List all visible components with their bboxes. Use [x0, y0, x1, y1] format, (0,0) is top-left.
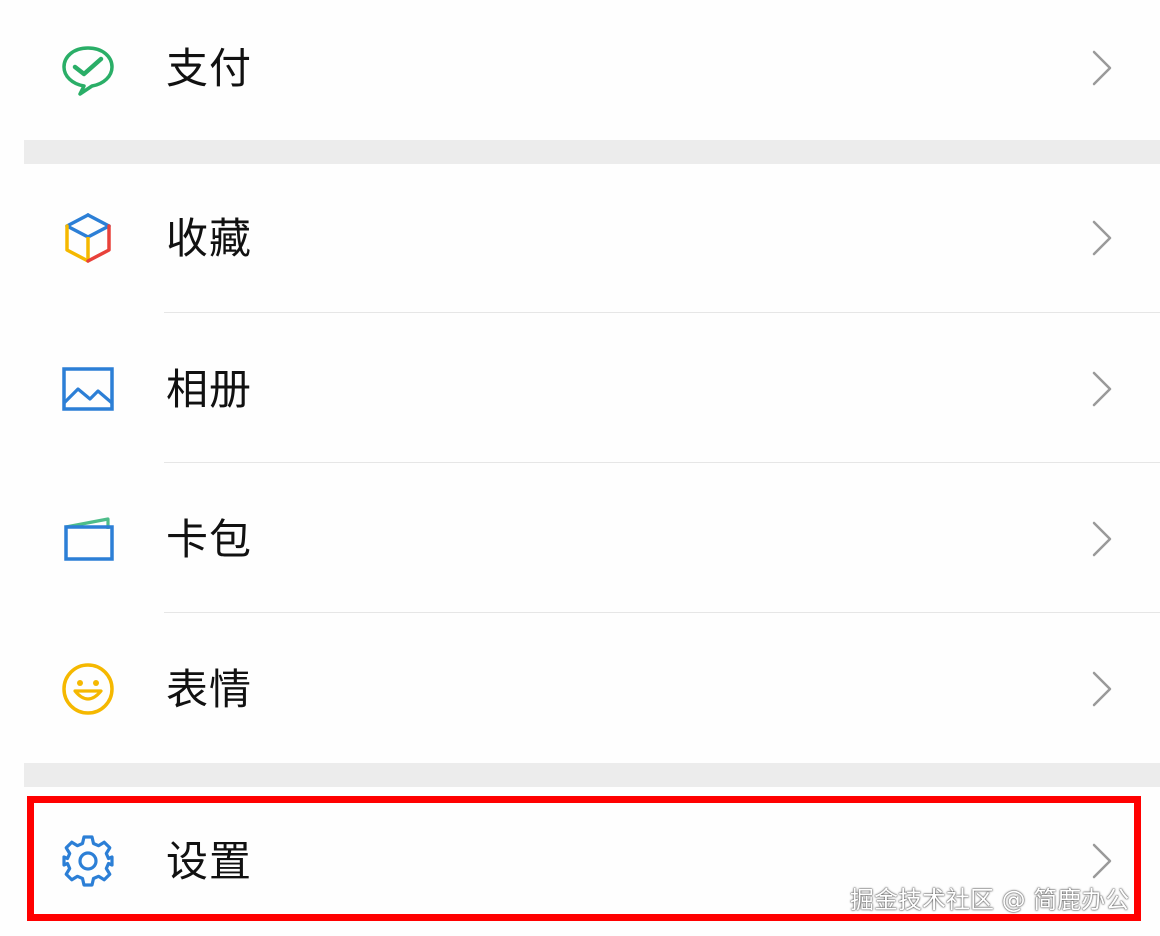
menu-item-stickers[interactable]: 表情 [24, 613, 1160, 763]
menu-item-label: 设置 [166, 837, 253, 886]
album-picture-icon [60, 361, 116, 417]
menu-item-label: 收藏 [166, 214, 253, 263]
chevron-right-icon [1090, 669, 1114, 709]
wechat-pay-icon [60, 40, 116, 96]
chevron-right-icon [1090, 48, 1114, 88]
watermark: 掘金技术社区 @ 简鹿办公 [850, 886, 1130, 914]
favorites-cube-icon [60, 210, 116, 266]
chevron-right-icon [1090, 218, 1114, 258]
section-gap [24, 140, 1160, 164]
card-wallet-icon [60, 511, 116, 567]
menu-item-label: 表情 [166, 665, 253, 714]
menu-item-label: 支付 [166, 44, 253, 93]
chevron-right-icon [1090, 841, 1114, 881]
menu-item-label: 卡包 [166, 515, 253, 564]
menu-item-pay[interactable]: 支付 [24, 0, 1160, 140]
gear-icon [60, 833, 116, 889]
chevron-right-icon [1090, 519, 1114, 559]
menu-item-favorites[interactable]: 收藏 [24, 164, 1160, 312]
smiley-face-icon [60, 661, 116, 717]
chevron-right-icon [1090, 369, 1114, 409]
section-gap [24, 763, 1160, 787]
menu-item-label: 相册 [166, 365, 253, 414]
menu-item-album[interactable]: 相册 [24, 313, 1160, 462]
menu-item-cards[interactable]: 卡包 [24, 463, 1160, 612]
